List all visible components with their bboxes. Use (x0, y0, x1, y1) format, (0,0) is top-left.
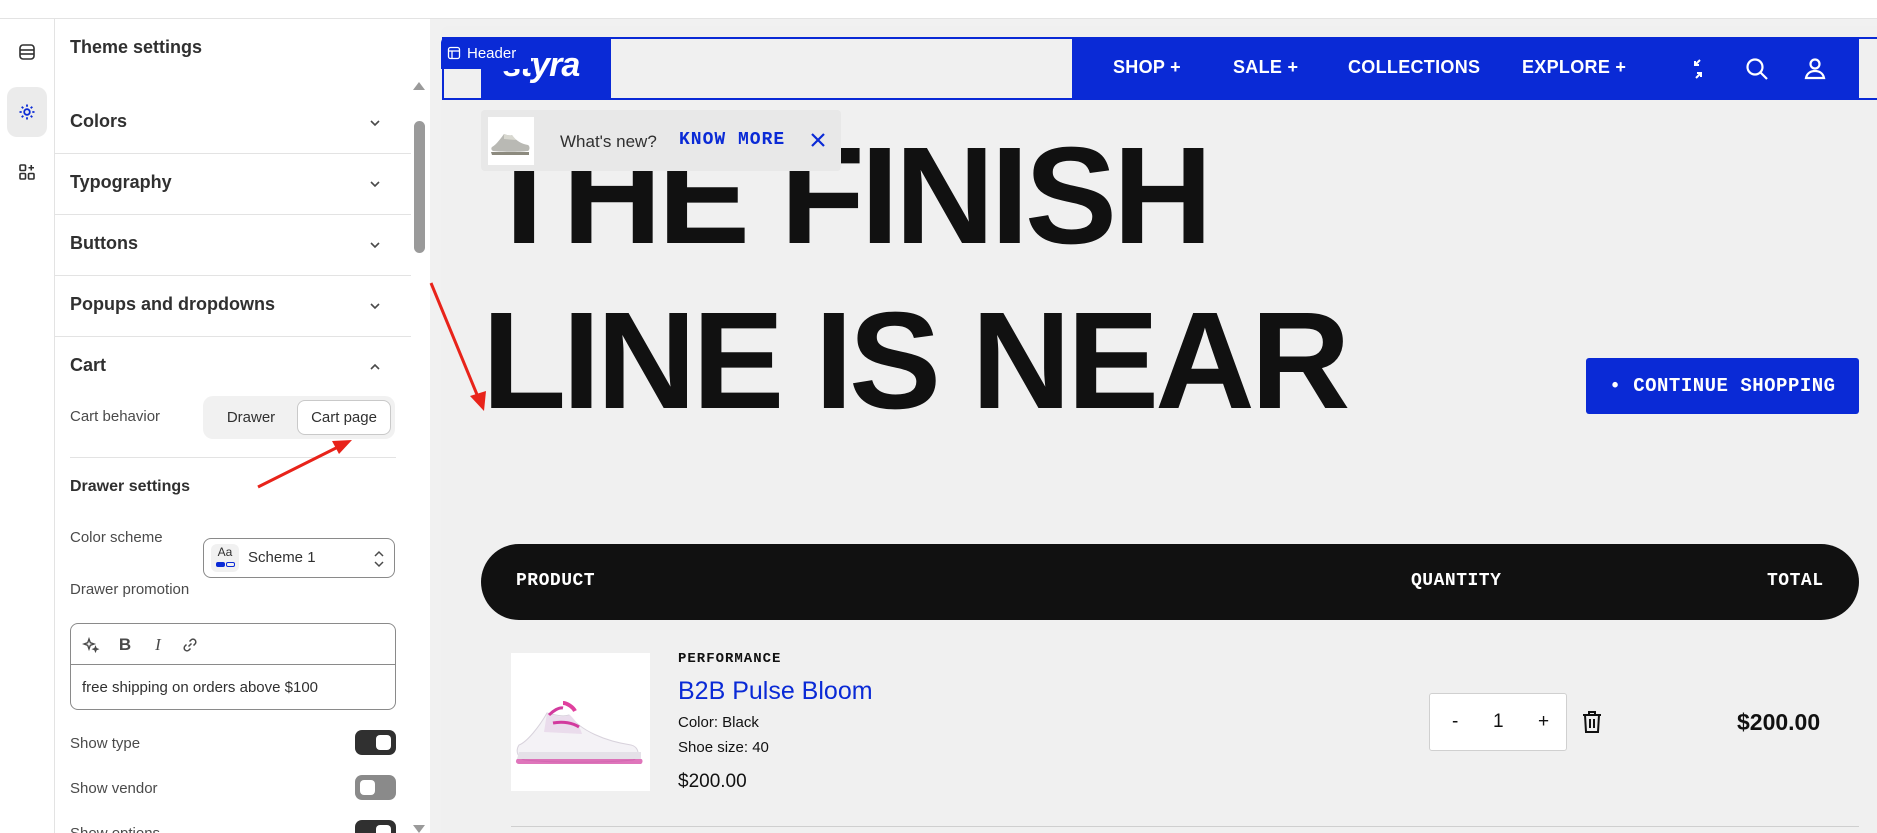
close-icon[interactable] (808, 130, 828, 150)
header-tag-label: Header (467, 44, 517, 62)
rte-toolbar: B I (71, 624, 395, 665)
apps-nav-button[interactable] (7, 147, 47, 197)
whats-new-popup: What's new? KNOW MORE (481, 110, 841, 171)
popup-shoe-image (488, 117, 534, 165)
search-icon[interactable] (1742, 54, 1772, 84)
nav-sale[interactable]: SALE + (1233, 57, 1298, 78)
sections-nav-button[interactable] (7, 27, 47, 77)
drawer-option[interactable]: Drawer (207, 400, 295, 435)
continue-shopping-button[interactable]: • CONTINUE SHOPPING (1586, 358, 1859, 414)
scroll-up-arrow[interactable] (413, 82, 425, 90)
theme-settings-nav-button[interactable] (7, 87, 47, 137)
chevron-down-icon (370, 181, 380, 188)
chevron-down-icon (370, 303, 380, 310)
main-navigation: SHOP + SALE + COLLECTIONS EXPLORE + (1072, 39, 1859, 98)
gear-icon (19, 104, 35, 120)
total-column-header: TOTAL (1767, 571, 1824, 591)
header-section-tag[interactable]: Header (441, 37, 531, 69)
italic-button[interactable]: I (147, 634, 169, 656)
toggle-knob (376, 825, 391, 833)
link-button[interactable] (179, 634, 201, 656)
top-bar (0, 0, 1877, 19)
nav-shop[interactable]: SHOP + (1113, 57, 1181, 78)
toggle-knob (376, 735, 391, 750)
section-buttons[interactable]: Buttons (55, 215, 411, 276)
collapse-arrows-icon[interactable] (1683, 54, 1713, 84)
product-vendor: PERFORMANCE (678, 651, 782, 667)
show-options-label: Show options (70, 825, 160, 833)
quantity-stepper: - 1 + (1429, 693, 1567, 751)
section-typography[interactable]: Typography (55, 154, 411, 215)
section-label: Popups and dropdowns (70, 294, 275, 314)
color-scheme-swatch: Aa (211, 544, 239, 572)
toggle-knob (360, 780, 375, 795)
sparkle-icon (82, 636, 100, 654)
show-vendor-label: Show vendor (70, 780, 158, 797)
account-icon[interactable] (1800, 54, 1830, 84)
qty-value[interactable]: 1 (1493, 711, 1504, 733)
panel-title: Theme settings (70, 37, 203, 57)
row-divider (511, 826, 1859, 827)
color-scheme-value: Scheme 1 (248, 549, 316, 566)
product-image[interactable] (511, 653, 650, 791)
swatch-primary-bar (216, 562, 225, 567)
show-type-label: Show type (70, 735, 141, 752)
promotion-text[interactable]: free shipping on orders above $100 (82, 679, 318, 696)
panel-scrollbar-thumb[interactable] (414, 121, 425, 253)
theme-settings-panel: Theme settings Colors Typography Buttons… (55, 19, 417, 833)
show-type-toggle[interactable] (355, 730, 396, 755)
nav-collections[interactable]: COLLECTIONS (1348, 57, 1480, 78)
know-more-link[interactable]: KNOW MORE (679, 130, 785, 150)
trash-icon[interactable] (1581, 710, 1603, 734)
cart-behavior-segmented: Drawer Cart page (203, 396, 395, 439)
scroll-down-arrow[interactable] (413, 825, 425, 833)
product-column-header: PRODUCT (516, 571, 596, 591)
select-arrows-icon (374, 550, 384, 568)
divider (70, 457, 396, 458)
drawer-settings-heading: Drawer settings (70, 478, 191, 495)
product-size: Shoe size: 40 (678, 739, 769, 756)
show-options-toggle[interactable] (355, 820, 396, 833)
link-icon (183, 638, 197, 652)
section-label: Cart (70, 355, 107, 375)
color-scheme-select[interactable]: Aa Scheme 1 (203, 538, 395, 578)
show-vendor-toggle[interactable] (355, 775, 396, 800)
drawer-promotion-editor[interactable]: B I free shipping on orders above $100 (70, 623, 396, 710)
product-price: $200.00 (678, 771, 747, 792)
drawer-promotion-label: Drawer promotion (70, 581, 190, 598)
section-label: Buttons (70, 233, 138, 253)
chevron-down-icon (370, 242, 380, 249)
sections-icon (19, 44, 35, 60)
qty-decrease-button[interactable]: - (1452, 711, 1458, 733)
color-scheme-label: Color scheme (70, 529, 163, 546)
section-label: Colors (70, 111, 128, 131)
italic-icon: I (155, 635, 161, 654)
product-name[interactable]: B2B Pulse Bloom (678, 677, 873, 706)
quantity-column-header: QUANTITY (1411, 571, 1502, 591)
section-cart[interactable]: Cart (55, 337, 411, 398)
apps-icon (19, 164, 35, 180)
swatch-secondary-bar (226, 562, 235, 567)
chevron-down-icon (370, 120, 380, 127)
section-icon (447, 46, 461, 60)
nav-explore[interactable]: EXPLORE + (1522, 57, 1626, 78)
ai-sparkle-button[interactable] (80, 634, 102, 656)
hero-line-2: LINE IS NEAR (482, 284, 1350, 438)
chevron-up-icon (370, 363, 380, 370)
qty-increase-button[interactable]: + (1538, 711, 1549, 733)
cart-behavior-label: Cart behavior (70, 408, 161, 425)
section-popups[interactable]: Popups and dropdowns (55, 276, 411, 337)
bold-icon: B (118, 635, 132, 654)
bold-button[interactable]: B (114, 634, 136, 656)
popup-question: What's new? (560, 132, 657, 151)
swatch-text: Aa (217, 545, 233, 559)
product-color: Color: Black (678, 714, 759, 731)
section-colors[interactable]: Colors (55, 93, 411, 154)
line-total: $200.00 (1737, 709, 1821, 735)
icon-rail (0, 19, 55, 833)
section-label: Typography (70, 172, 172, 192)
cart-page-option[interactable]: Cart page (297, 400, 391, 435)
cart-table-header: PRODUCT QUANTITY TOTAL (481, 544, 1859, 620)
